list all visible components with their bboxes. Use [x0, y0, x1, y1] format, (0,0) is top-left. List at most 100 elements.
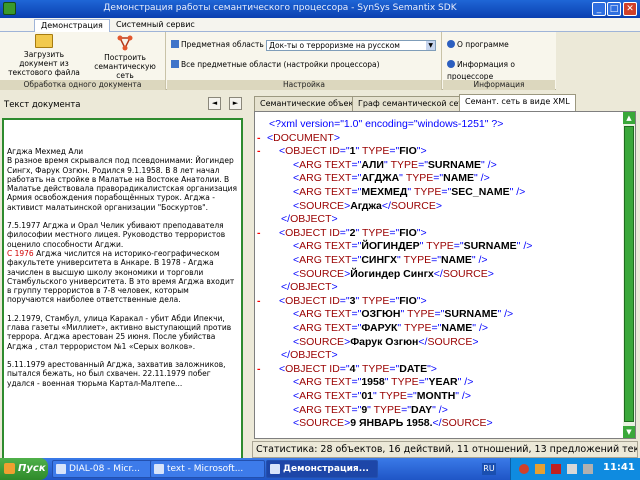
xml-line-text: </OBJECT>	[281, 349, 338, 362]
xml-token: " />	[474, 172, 490, 185]
start-button[interactable]: Пуск	[0, 458, 48, 480]
xml-token: </	[281, 349, 291, 362]
highlighted-text: С 1976	[7, 248, 34, 258]
xml-token: TEXT	[324, 322, 352, 334]
xml-line-text: <ARG TEXT="1958" TYPE="YEAR" />	[293, 376, 473, 389]
xml-token: ARG	[299, 403, 325, 416]
task-label: Демонстрация...	[283, 464, 369, 474]
xml-token: ARG	[299, 240, 325, 253]
xml-token: ="	[434, 308, 445, 321]
xml-token: OBJECT	[285, 362, 330, 375]
xml-token: ="	[389, 226, 400, 239]
chevron-down-icon[interactable]: ▼	[426, 40, 436, 50]
xml-token: >	[472, 335, 479, 348]
maximize-button[interactable]: □	[607, 2, 621, 16]
paragraph: Агджа Мехмед Али В разное время скрывалс…	[7, 147, 238, 212]
all-domains-button[interactable]: Все предметные области (настройки процес…	[171, 59, 439, 71]
xml-token: ="	[351, 158, 362, 171]
xml-token: ЙОГИНДЕР	[361, 240, 420, 253]
xml-token: DAY	[410, 403, 433, 416]
xml-token: ="	[339, 226, 350, 239]
xml-token: TEXT	[324, 240, 352, 253]
tab-xml-view[interactable]: Семант. сеть в виде XML	[459, 94, 576, 111]
group-info: О программе Информация о процессоре Инфо…	[443, 32, 555, 90]
build-network-label: Построить семантическую сеть	[94, 53, 156, 80]
collapse-toggle[interactable]: -	[257, 145, 261, 158]
collapse-toggle[interactable]: -	[257, 132, 261, 145]
xml-token: OBJECT	[285, 294, 330, 307]
xml-token: СИНГХ	[361, 254, 397, 266]
xml-line-text: </OBJECT>	[281, 213, 338, 226]
info-icon	[447, 40, 455, 48]
tray-app-icon[interactable]	[535, 464, 545, 474]
about-button[interactable]: О программе	[447, 39, 509, 51]
tray-app-icon[interactable]	[567, 464, 577, 474]
xml-line-text: <ARG TEXT="ФАРУК" TYPE="NAME" />	[293, 322, 488, 335]
collapse-toggle[interactable]: -	[257, 227, 261, 240]
xml-token: ="	[351, 322, 362, 334]
collapse-toggle[interactable]: -	[257, 363, 261, 376]
task-demo[interactable]: Демонстрация...	[266, 460, 378, 478]
scrollbar-thumb[interactable]	[624, 126, 634, 422]
scroll-up-icon[interactable]: ▲	[623, 112, 635, 124]
xml-token: SOURCE	[427, 335, 473, 348]
title-bar[interactable]: Демонстрация работы семантического проце…	[0, 0, 640, 18]
xml-token: ID	[329, 145, 340, 158]
task-label: text - Microsoft...	[167, 464, 244, 474]
xml-token: ARG	[299, 158, 325, 171]
xml-token: TEXT	[324, 158, 352, 171]
tab-demo[interactable]: Демонстрация	[34, 19, 110, 32]
xml-token: ">	[416, 145, 427, 158]
xml-token: OBJECT	[290, 281, 332, 294]
close-button[interactable]: ✕	[623, 2, 637, 16]
xml-token: </	[432, 417, 442, 430]
xml-token: ="	[351, 390, 362, 402]
load-document-button[interactable]: Загрузить документ из текстового файла	[4, 34, 84, 77]
xml-token: </	[381, 199, 391, 212]
xml-token: TYPE	[390, 158, 419, 171]
xml-token: ФАРУК	[361, 322, 398, 334]
collapse-toggle[interactable]: -	[257, 295, 261, 308]
xml-token: SEC_NAME	[451, 186, 510, 198]
xml-view[interactable]: <?xml version="1.0" encoding="windows-12…	[254, 111, 636, 439]
tab-semantic-graph[interactable]: Граф семантической сети	[352, 96, 475, 111]
next-button[interactable]: ►	[229, 97, 242, 110]
paragraph-text: Агджа числится на историко-географическо…	[7, 248, 235, 305]
xml-token: TYPE	[404, 322, 432, 334]
tray-app-icon[interactable]	[551, 464, 561, 474]
xml-token: " />	[472, 322, 488, 334]
xml-token: SURNAME	[463, 240, 517, 253]
language-indicator[interactable]: RU	[482, 463, 496, 475]
scroll-down-icon[interactable]: ▼	[623, 426, 635, 438]
xml-token: ">	[416, 226, 427, 239]
task-text[interactable]: text - Microsoft...	[150, 460, 265, 478]
xml-token: ="	[433, 172, 444, 185]
xml-token: ">	[416, 294, 427, 307]
xml-token: TYPE	[403, 254, 432, 266]
minimize-button[interactable]: _	[592, 2, 606, 16]
processor-info-button[interactable]: Информация о процессоре	[447, 59, 555, 81]
xml-token: 1958	[361, 376, 385, 389]
xml-token: >	[487, 267, 494, 280]
xml-token: </	[281, 213, 291, 226]
build-network-button[interactable]: Построить семантическую сеть	[86, 34, 164, 80]
xml-token: TEXT	[324, 254, 352, 266]
xml-token: "	[407, 186, 414, 198]
document-text-area[interactable]: Агджа Мехмед Али В разное время скрывалс…	[2, 118, 243, 460]
xml-token: 9 ЯНВАРЬ 1958.	[350, 417, 433, 430]
tray-app-icon[interactable]	[519, 464, 529, 474]
xml-token: " />	[497, 308, 514, 321]
xml-token: ARG	[299, 322, 325, 334]
xml-token: " />	[457, 376, 474, 389]
xml-token: >	[435, 199, 442, 212]
prev-button[interactable]: ◄	[208, 97, 221, 110]
paragraph-text: 7.5.1977 Агджа и Орал Челик убивают преп…	[7, 221, 226, 249]
xml-token: <?xml version="1.0" encoding="windows-12…	[269, 118, 504, 130]
speaker-icon[interactable]	[583, 464, 593, 474]
tab-system-service[interactable]: Системный сервис	[110, 19, 201, 32]
xml-token: OBJECT	[285, 145, 330, 158]
domain-select[interactable]: Док-ты о терроризме на русском ▼	[266, 39, 437, 51]
xml-token: SOURCE	[299, 417, 345, 430]
group-info-title: Информация	[443, 80, 555, 90]
xml-line-text: <OBJECT ID="1" TYPE="FIO">	[279, 145, 427, 158]
